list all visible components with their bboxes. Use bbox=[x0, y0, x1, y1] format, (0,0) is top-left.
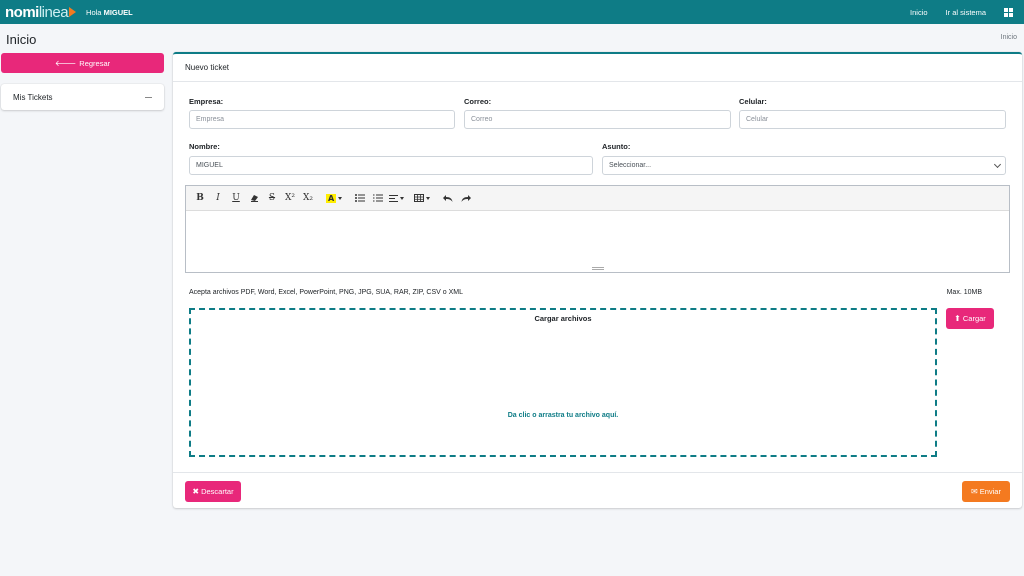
logo-main-text: nomi bbox=[5, 3, 39, 21]
send-button-label: Enviar bbox=[979, 487, 1001, 496]
bold-button[interactable]: B bbox=[192, 190, 208, 206]
page-title: Inicio bbox=[6, 32, 37, 47]
redo-icon[interactable] bbox=[458, 190, 474, 206]
accepted-files-text: Acepta archivos PDF, Word, Excel, PowerP… bbox=[189, 289, 464, 296]
nav-links: Inicio Ir al sistema bbox=[910, 0, 1024, 24]
caret-down-icon bbox=[338, 196, 343, 200]
ordered-list-icon[interactable] bbox=[370, 190, 386, 206]
empresa-label: Empresa: bbox=[189, 97, 224, 106]
undo-icon[interactable] bbox=[440, 190, 456, 206]
correo-input[interactable]: Correo bbox=[464, 110, 731, 129]
strikethrough-button[interactable]: S bbox=[264, 190, 280, 206]
celular-label: Celular: bbox=[739, 97, 767, 106]
nav-link-inicio[interactable]: Inicio bbox=[910, 8, 928, 17]
upload-button-label: Cargar bbox=[962, 314, 986, 323]
nombre-label: Nombre: bbox=[189, 142, 220, 151]
discard-button-label: Descartar bbox=[201, 487, 234, 496]
empresa-input[interactable]: Empresa bbox=[189, 110, 455, 129]
celular-input[interactable]: Celular bbox=[739, 110, 1006, 129]
underline-button[interactable]: U bbox=[228, 190, 244, 206]
upload-button[interactable]: ⬆ Cargar bbox=[946, 308, 994, 329]
breadcrumb[interactable]: Inicio bbox=[1001, 34, 1017, 41]
user-greeting: Hola MIGUEL bbox=[86, 8, 133, 17]
my-tickets-label: Mis Tickets bbox=[13, 92, 53, 102]
caret-down-icon bbox=[399, 196, 404, 200]
brand-logo[interactable]: nomi linea bbox=[5, 0, 77, 24]
greeting-prefix: Hola bbox=[86, 7, 102, 17]
close-icon: ✖ bbox=[192, 487, 200, 496]
rich-text-editor: B I U S X² X₂ A bbox=[185, 185, 1010, 273]
new-ticket-card: Nuevo ticket Empresa: Empresa Correo: Co… bbox=[173, 52, 1022, 508]
superscript-button[interactable]: X² bbox=[282, 190, 298, 206]
back-button[interactable]: 🡐 Regresar bbox=[1, 53, 164, 73]
table-dropdown[interactable] bbox=[414, 190, 431, 206]
align-dropdown[interactable] bbox=[388, 190, 404, 206]
card-header-title: Nuevo ticket bbox=[173, 54, 1022, 82]
my-tickets-card[interactable]: Mis Tickets bbox=[1, 84, 164, 110]
dropzone-hint: Da clic o arrastra tu archivo aquí. bbox=[507, 412, 619, 419]
highlight-a-icon: A bbox=[326, 193, 337, 203]
highlight-color-button[interactable]: A bbox=[326, 190, 343, 206]
nav-link-ir-al-sistema[interactable]: Ir al sistema bbox=[946, 8, 986, 17]
logo-sub-text: linea bbox=[38, 3, 69, 21]
asunto-selected-value: Seleccionar... bbox=[609, 162, 652, 169]
card-footer-divider bbox=[173, 472, 1022, 473]
editor-toolbar: B I U S X² X₂ A bbox=[186, 186, 1009, 211]
grid-icon[interactable] bbox=[1004, 7, 1013, 17]
file-dropzone[interactable]: Cargar archivos Da clic o arrastra tu ar… bbox=[189, 308, 937, 457]
nombre-input[interactable]: MIGUEL bbox=[189, 156, 593, 175]
discard-button[interactable]: ✖ Descartar bbox=[185, 481, 241, 502]
eraser-icon[interactable] bbox=[246, 190, 262, 206]
asunto-label: Asunto: bbox=[602, 142, 631, 151]
arrow-left-icon: 🡐 bbox=[54, 59, 77, 68]
user-name: MIGUEL bbox=[103, 7, 133, 17]
subscript-button[interactable]: X₂ bbox=[300, 190, 316, 206]
italic-button[interactable]: I bbox=[210, 190, 226, 206]
editor-resize-handle[interactable] bbox=[592, 267, 604, 270]
envelope-icon: ✉ bbox=[971, 487, 978, 496]
align-left-icon bbox=[388, 194, 398, 202]
table-icon bbox=[414, 194, 425, 202]
send-button[interactable]: ✉ Enviar bbox=[962, 481, 1010, 502]
correo-label: Correo: bbox=[464, 97, 492, 106]
back-button-label: Regresar bbox=[79, 58, 111, 68]
top-navbar: nomi linea Hola MIGUEL Inicio Ir al siste… bbox=[0, 0, 1024, 24]
asunto-select[interactable]: Seleccionar... bbox=[602, 156, 1006, 175]
max-size-text: Max. 10MB bbox=[946, 289, 982, 296]
upload-icon: ⬆ bbox=[954, 314, 961, 323]
collapse-minus-icon[interactable] bbox=[145, 96, 152, 98]
unordered-list-icon[interactable] bbox=[352, 190, 368, 206]
chevron-down-icon bbox=[993, 160, 1002, 169]
logo-arrow-icon bbox=[69, 7, 77, 17]
caret-down-icon bbox=[426, 196, 431, 200]
dropzone-title: Cargar archivos bbox=[534, 314, 592, 323]
